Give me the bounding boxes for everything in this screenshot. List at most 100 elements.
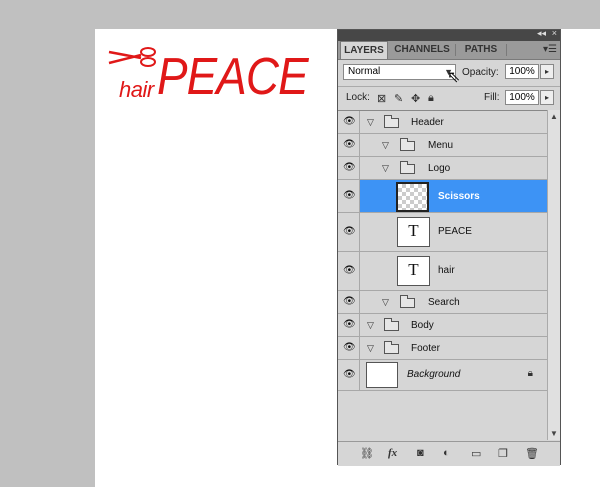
close-icon[interactable]: × [552,28,557,38]
visibility-toggle[interactable]: 👁︎ [338,314,360,336]
layer-row-search[interactable]: 👁︎ ▽ Search [338,291,547,314]
layer-name: PEACE [438,226,472,237]
layer-row-body[interactable]: 👁︎ ▽ Body [338,314,547,337]
text-layer-icon: T [408,221,419,240]
logo-peace-text: PEACE [157,48,309,106]
visibility-toggle[interactable]: 👁︎ [338,291,360,313]
expand-triangle-icon[interactable]: ▽ [367,343,374,354]
folder-icon [384,341,399,354]
lock-brush-icon[interactable]: ✎ [394,92,403,105]
visibility-toggle[interactable]: 👁︎ [338,111,360,133]
eye-icon: 👁︎ [343,342,356,353]
layer-name: Menu [428,140,454,151]
visibility-toggle[interactable]: 👁︎ [338,337,360,359]
lock-transparency-icon[interactable]: ⊠ [377,92,386,105]
layers-scrollbar[interactable]: ▲ ▼ [547,110,560,440]
expand-triangle-icon[interactable]: ▽ [367,117,374,128]
lock-fill-row: Lock: ⊠ ✎ ✥ 🔒︎ Fill: 100% ▸ [338,86,560,109]
blend-mode-select[interactable]: Normal ▼ [343,64,456,80]
panel-tabs: LAYERS CHANNELS PATHS ▾☰ [338,41,560,60]
text-layer-icon: T [408,260,419,279]
lock-position-icon[interactable]: ✥ [411,92,420,105]
folder-icon [384,318,399,331]
layer-name: Background [407,369,461,380]
layer-row-scissors[interactable]: 👁︎ Scissors [338,180,547,213]
eye-icon: 👁︎ [343,162,356,173]
expand-triangle-icon[interactable]: ▽ [382,297,389,308]
layer-name: Header [411,117,444,128]
layer-name: Body [411,320,434,331]
layer-row-logo[interactable]: 👁︎ ▽ Logo [338,157,547,180]
folder-icon [400,295,415,308]
expand-triangle-icon[interactable]: ▽ [367,320,374,331]
tab-paths[interactable]: PATHS [457,41,505,59]
new-layer-icon[interactable]: ❐ [498,447,508,460]
scroll-down-icon[interactable]: ▼ [550,429,558,438]
visibility-toggle[interactable]: 👁︎ [338,180,360,212]
fill-label: Fill: [484,92,500,103]
scissors-icon [108,47,156,67]
layer-name: Footer [411,343,440,354]
layer-row-footer[interactable]: 👁︎ ▽ Footer [338,337,547,360]
lock-label: Lock: [346,92,370,103]
panel-title-bar[interactable]: ◂◂ × [338,28,560,41]
folder-icon [384,115,399,128]
layer-row-header[interactable]: 👁︎ ▽ Header [338,111,547,134]
opacity-label: Opacity: [462,67,499,78]
lock-icon: 🔒︎ [527,368,533,379]
layer-row-peace[interactable]: 👁︎ T PEACE [338,213,547,252]
eye-icon: 👁︎ [343,369,356,380]
visibility-toggle[interactable]: 👁︎ [338,252,360,290]
new-group-icon[interactable]: ▭ [471,447,481,460]
layers-panel: ◂◂ × LAYERS CHANNELS PATHS ▾☰ Normal ▼ ⇖… [337,28,561,466]
tab-channels[interactable]: CHANNELS [390,41,454,59]
layer-name: Logo [428,163,451,174]
eye-icon: 👁︎ [343,116,356,127]
hair-peace-logo: hair PEACE [107,43,309,108]
expand-triangle-icon[interactable]: ▽ [382,163,389,174]
fill-input[interactable]: 100% [505,90,539,105]
eye-icon: 👁︎ [343,226,356,237]
link-icon[interactable]: ⛓︎ [360,447,374,460]
double-arrow-icon[interactable]: ◂◂ [537,28,546,39]
tab-separator [455,44,456,56]
adjustment-icon[interactable]: ◐ [443,447,450,459]
tab-layers[interactable]: LAYERS [340,41,388,59]
expand-triangle-icon[interactable]: ▽ [382,140,389,151]
lock-all-icon[interactable]: 🔒︎ [428,92,434,105]
visibility-toggle[interactable]: 👁︎ [338,134,360,156]
eye-icon: 👁︎ [343,139,356,150]
opacity-slider-button[interactable]: ▸ [540,64,554,79]
background-thumbnail [366,362,398,388]
visibility-toggle[interactable]: 👁︎ [338,360,360,390]
eye-icon: 👁︎ [343,319,356,330]
scroll-up-icon[interactable]: ▲ [550,112,558,121]
eye-icon: 👁︎ [343,190,356,201]
fill-slider-button[interactable]: ▸ [540,90,554,105]
layer-row-background[interactable]: 👁︎ Background 🔒︎ [338,360,547,391]
folder-icon [400,161,415,174]
text-layer-thumbnail: T [397,256,430,286]
layer-name: Search [428,297,460,308]
visibility-toggle[interactable]: 👁︎ [338,157,360,179]
fx-icon[interactable]: fx [388,447,397,459]
blend-opacity-row: Normal ▼ ⇖ Opacity: 100% ▸ [338,60,560,86]
mouse-cursor-icon: ⇖ [447,69,461,86]
opacity-input[interactable]: 100% [505,64,539,79]
text-layer-thumbnail: T [397,217,430,247]
blend-mode-value: Normal [348,66,381,77]
layers-list: 👁︎ ▽ Header 👁︎ ▽ Menu 👁︎ ▽ Logo 👁︎ Sciss… [338,110,547,441]
tab-separator [506,44,507,56]
layer-name: hair [438,265,455,276]
layer-thumbnail [396,182,429,212]
layer-name: Scissors [438,191,480,202]
trash-icon[interactable]: 🗑︎ [525,447,539,460]
panel-menu-icon[interactable]: ▾☰ [543,44,557,55]
mask-icon[interactable]: ◙ [417,447,424,459]
layer-row-hair[interactable]: 👁︎ T hair [338,252,547,291]
layer-row-menu[interactable]: 👁︎ ▽ Menu [338,134,547,157]
eye-icon: 👁︎ [343,265,356,276]
logo-hair-text: hair [119,77,154,102]
visibility-toggle[interactable]: 👁︎ [338,213,360,251]
folder-icon [400,138,415,151]
